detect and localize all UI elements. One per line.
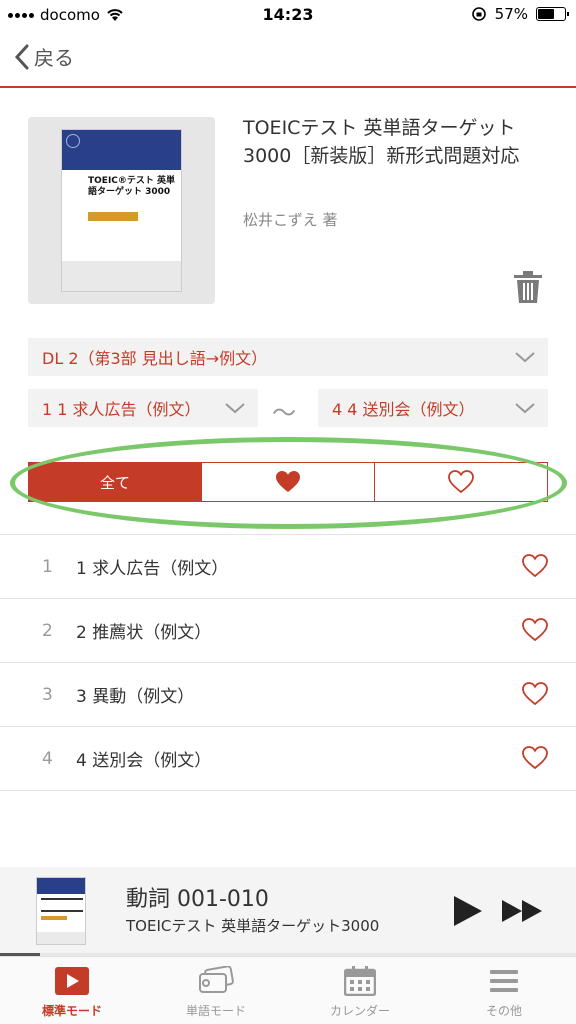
heart-outline-icon[interactable] <box>522 682 548 706</box>
filter-non-favorites-button[interactable] <box>375 463 547 501</box>
book-cover: TOEIC®テスト 英単語ターゲット 3000 <box>61 129 182 292</box>
item-number: 1 <box>42 556 53 577</box>
range-end-select[interactable]: 4 4 送別会（例文） <box>318 389 548 427</box>
cover-title: TOEIC®テスト 英単語ターゲット 3000 <box>88 176 176 197</box>
trash-icon <box>514 271 542 303</box>
battery-indicator: 57% <box>471 5 569 23</box>
list-item[interactable]: 4 4 送別会（例文） <box>0 727 576 791</box>
list-item[interactable]: 2 2 推薦状（例文） <box>0 599 576 663</box>
filter-all-button[interactable]: 全て <box>29 463 202 501</box>
status-bar: docomo 14:23 57% <box>0 0 576 30</box>
heart-outline-icon[interactable] <box>522 554 548 578</box>
chapter-list: 1 1 求人広告（例文） 2 2 推薦状（例文） 3 3 異動（例文） 4 4 … <box>0 534 576 791</box>
range-separator: 〜 <box>272 399 296 427</box>
filter-all-label: 全て <box>99 473 130 492</box>
book-author: 松井こずえ 著 <box>243 211 338 229</box>
word-cards-icon <box>199 966 234 993</box>
heart-filled-icon <box>276 471 300 492</box>
heart-outline-icon[interactable] <box>522 618 548 642</box>
fast-forward-icon[interactable] <box>500 898 546 924</box>
disc-select-value: DL 2（第3部 見出し語→例文） <box>42 349 268 368</box>
chevron-down-icon <box>515 352 535 363</box>
item-label: 3 異動（例文） <box>76 687 195 707</box>
menu-icon <box>490 970 518 992</box>
play-icon[interactable] <box>452 894 484 928</box>
range-start-select[interactable]: 1 1 求人広告（例文） <box>28 389 258 427</box>
filter-favorites-button[interactable] <box>202 463 375 501</box>
player-cover <box>36 877 86 945</box>
chevron-down-icon <box>225 403 245 414</box>
tab-bar: 標準モード 単語モード カレンダー その他 <box>0 956 576 1024</box>
range-start-value: 1 1 求人広告（例文） <box>42 400 201 419</box>
item-number: 3 <box>42 684 53 705</box>
back-label: 戻る <box>34 46 74 70</box>
chevron-left-icon <box>14 44 29 69</box>
item-label: 4 送別会（例文） <box>76 751 212 771</box>
heart-outline-icon <box>448 470 474 494</box>
heart-outline-icon[interactable] <box>522 746 548 770</box>
delete-button[interactable] <box>514 270 542 308</box>
tab-label: カレンダー <box>329 1004 390 1018</box>
tab-word-mode[interactable]: 単語モード <box>144 957 288 1024</box>
play-screen-icon <box>55 967 89 995</box>
tab-other[interactable]: その他 <box>432 957 576 1024</box>
item-label: 1 求人広告（例文） <box>76 559 229 579</box>
list-item[interactable]: 3 3 異動（例文） <box>0 663 576 727</box>
battery-icon <box>536 7 569 21</box>
tab-label: 標準モード <box>41 1004 102 1018</box>
nav-bar: 戻る <box>0 30 576 88</box>
back-button[interactable]: 戻る <box>14 42 74 71</box>
tab-standard-mode[interactable]: 標準モード <box>0 957 144 1024</box>
tab-calendar[interactable]: カレンダー <box>288 957 432 1024</box>
item-label: 2 推薦状（例文） <box>76 623 212 643</box>
calendar-icon <box>344 966 376 996</box>
tab-label: 単語モード <box>185 1004 246 1018</box>
item-number: 4 <box>42 748 53 769</box>
chevron-down-icon <box>515 403 535 414</box>
book-cover-frame: TOEIC®テスト 英単語ターゲット 3000 <box>28 117 215 304</box>
favorite-filter: 全て <box>28 462 548 502</box>
player-book-title: TOEICテスト 英単語ターゲット3000 <box>126 917 380 935</box>
item-number: 2 <box>42 620 53 641</box>
orientation-lock-icon <box>471 7 486 21</box>
player-track-title: 動詞 001-010 <box>126 887 269 912</box>
book-title: TOEICテスト 英単語ターゲット3000［新装版］新形式問題対応 <box>243 117 520 167</box>
list-item[interactable]: 1 1 求人広告（例文） <box>0 535 576 599</box>
disc-select[interactable]: DL 2（第3部 見出し語→例文） <box>28 338 548 376</box>
tab-label: その他 <box>485 1004 522 1018</box>
mini-player[interactable]: 動詞 001-010 TOEICテスト 英単語ターゲット3000 <box>0 867 576 955</box>
range-end-value: 4 4 送別会（例文） <box>332 400 475 419</box>
battery-percent: 57% <box>494 5 528 23</box>
